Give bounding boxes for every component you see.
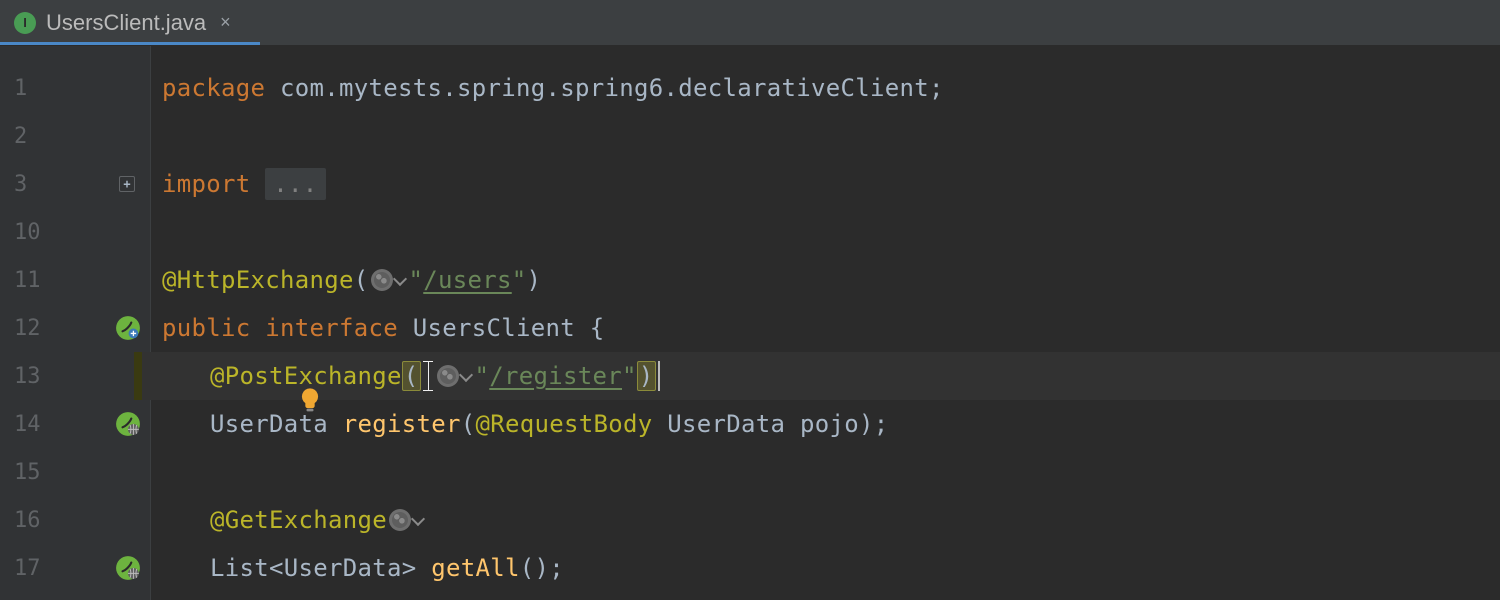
token-keyword: public — [162, 314, 251, 342]
token-type: UsersClient — [398, 314, 590, 342]
code-area[interactable]: package com.mytests.spring.spring6.decla… — [150, 46, 1500, 600]
line-number[interactable]: 11 — [0, 268, 108, 293]
line-number[interactable]: 1 — [0, 76, 108, 101]
code-line[interactable]: public interface UsersClient { — [150, 304, 1500, 352]
code-line[interactable]: import ... — [150, 160, 1500, 208]
token-keyword: interface — [251, 314, 399, 342]
line-number[interactable]: 15 — [0, 460, 108, 485]
line-number[interactable]: 16 — [0, 508, 108, 533]
code-line[interactable]: package com.mytests.spring.spring6.decla… — [150, 64, 1500, 112]
gutter-row: 10 — [0, 208, 150, 256]
line-number[interactable]: 2 — [0, 124, 108, 149]
code-line[interactable]: List<UserData> getAll(); — [150, 544, 1500, 592]
token-keyword: import — [162, 170, 251, 198]
url-navigate-icon[interactable] — [389, 509, 423, 531]
code-line[interactable]: @GetExchange — [150, 496, 1500, 544]
token-type: List — [210, 554, 269, 582]
tab-title: UsersClient.java — [46, 10, 206, 36]
text-cursor-icon — [421, 361, 435, 391]
gutter-row: 14 — [0, 400, 150, 448]
token-keyword: package — [162, 74, 265, 102]
interface-file-icon: I — [14, 12, 36, 34]
gutter-row: 17 — [0, 544, 150, 592]
url-path-link[interactable]: /register — [489, 362, 622, 390]
code-line[interactable]: UserData register(@RequestBody UserData … — [150, 400, 1500, 448]
code-line[interactable] — [150, 208, 1500, 256]
url-navigate-icon[interactable] — [437, 365, 471, 387]
editor-root: I UsersClient.java × 1 2 3+ 10 11 12 13 … — [0, 0, 1500, 600]
editor-area: 1 2 3+ 10 11 12 13 14 15 16 17 package c… — [0, 46, 1500, 600]
chevron-down-icon — [411, 512, 425, 526]
code-line-active[interactable]: @PostExchange("/register") — [150, 352, 1500, 400]
change-marker — [134, 352, 142, 400]
spring-bean-icon[interactable] — [114, 314, 142, 342]
fold-expand-icon[interactable]: + — [114, 170, 142, 198]
token-annotation: @HttpExchange — [162, 266, 354, 294]
token-method: getAll — [431, 554, 520, 582]
token-method: register — [343, 410, 461, 438]
line-number[interactable]: 10 — [0, 220, 108, 245]
gutter-row: 13 — [0, 352, 150, 400]
code-line[interactable] — [150, 448, 1500, 496]
globe-icon — [437, 365, 459, 387]
token-annotation: @GetExchange — [210, 506, 387, 534]
gutter-row: 11 — [0, 256, 150, 304]
gutter-row: 2 — [0, 112, 150, 160]
tab-bar: I UsersClient.java × — [0, 0, 1500, 46]
spring-web-icon[interactable] — [114, 410, 142, 438]
code-line[interactable]: @HttpExchange("/users") — [150, 256, 1500, 304]
token-annotation: @RequestBody — [476, 410, 653, 438]
line-number[interactable]: 3 — [0, 172, 108, 197]
token-type: UserData — [210, 410, 343, 438]
code-line[interactable] — [150, 112, 1500, 160]
line-number[interactable]: 12 — [0, 316, 108, 341]
file-tab-usersclient[interactable]: I UsersClient.java × — [0, 0, 260, 45]
line-number[interactable]: 14 — [0, 412, 108, 437]
gutter-row: 12 — [0, 304, 150, 352]
chevron-down-icon — [458, 368, 472, 382]
folded-region[interactable]: ... — [265, 168, 325, 200]
spring-web-icon[interactable] — [114, 554, 142, 582]
globe-icon — [389, 509, 411, 531]
gutter: 1 2 3+ 10 11 12 13 14 15 16 17 — [0, 46, 150, 600]
chevron-down-icon — [392, 272, 406, 286]
editor-caret — [658, 361, 660, 391]
gutter-row: 15 — [0, 448, 150, 496]
gutter-row: 16 — [0, 496, 150, 544]
line-number[interactable]: 17 — [0, 556, 108, 581]
token-package: com.mytests.spring.spring6.declarativeCl… — [265, 74, 929, 102]
globe-icon — [371, 269, 393, 291]
line-number[interactable]: 13 — [0, 364, 108, 389]
close-tab-icon[interactable]: × — [220, 12, 231, 33]
gutter-row: 3+ — [0, 160, 150, 208]
url-navigate-icon[interactable] — [371, 269, 405, 291]
url-path-link[interactable]: /users — [423, 266, 512, 294]
gutter-row: 1 — [0, 64, 150, 112]
